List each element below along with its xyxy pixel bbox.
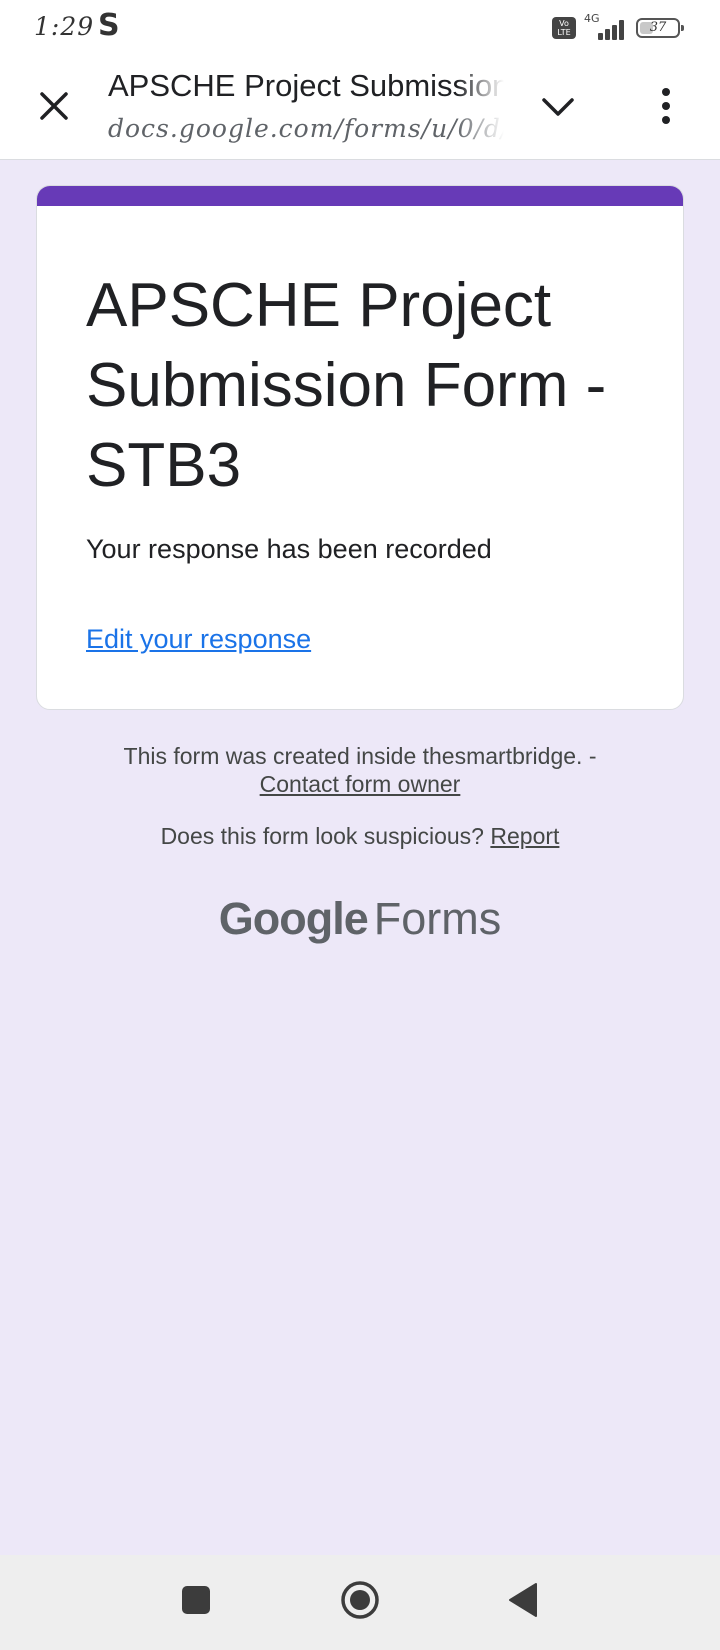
app-notification-icon: S <box>98 8 120 43</box>
system-nav-bar <box>0 1555 720 1650</box>
status-icons: Vo LTE 4G 37 <box>552 12 684 42</box>
status-bar: 1:29 S Vo LTE 4G 37 <box>0 0 720 54</box>
close-icon[interactable] <box>34 86 74 126</box>
contact-owner-link[interactable]: Contact form owner <box>260 771 461 797</box>
created-text: This form was created inside thesmartbri… <box>123 743 597 769</box>
back-button[interactable] <box>508 1582 538 1618</box>
form-title: APSCHE Project Submission Form - STB3 <box>86 271 607 500</box>
suspicious-notice: Does this form look suspicious? Report <box>0 823 720 850</box>
browser-toolbar: APSCHE Project Submission Form - STB3 do… <box>0 54 720 160</box>
form-created-notice: This form was created inside thesmartbri… <box>0 742 720 798</box>
page-url[interactable]: docs.google.com/forms/u/0/d/e/1FAIpQLS <box>108 114 504 143</box>
edit-response-link[interactable]: Edit your response <box>86 624 311 655</box>
battery-icon: 37 <box>636 18 684 38</box>
volte-icon: Vo LTE <box>552 17 576 39</box>
network-type-label: 4G <box>584 12 600 25</box>
card-accent-bar <box>37 186 683 206</box>
report-link[interactable]: Report <box>490 823 559 849</box>
home-button[interactable] <box>340 1580 380 1620</box>
page-title: APSCHE Project Submission Form - STB3 <box>108 68 504 103</box>
more-vert-icon[interactable] <box>650 84 682 128</box>
form-card: APSCHE Project Submission Form - STB3 Yo… <box>36 185 684 710</box>
logo-forms-text: Forms <box>373 893 502 944</box>
logo-google-text: Google <box>218 893 369 944</box>
status-time: 1:29 <box>34 12 95 41</box>
signal-icon: 4G <box>584 12 628 40</box>
battery-percent: 37 <box>649 20 667 35</box>
recents-button[interactable] <box>182 1586 210 1614</box>
chevron-down-icon[interactable] <box>538 90 578 126</box>
response-recorded-message: Your response has been recorded <box>86 534 492 564</box>
suspicious-text: Does this form look suspicious? <box>160 823 484 849</box>
google-forms-logo[interactable]: Google Forms <box>0 893 720 945</box>
